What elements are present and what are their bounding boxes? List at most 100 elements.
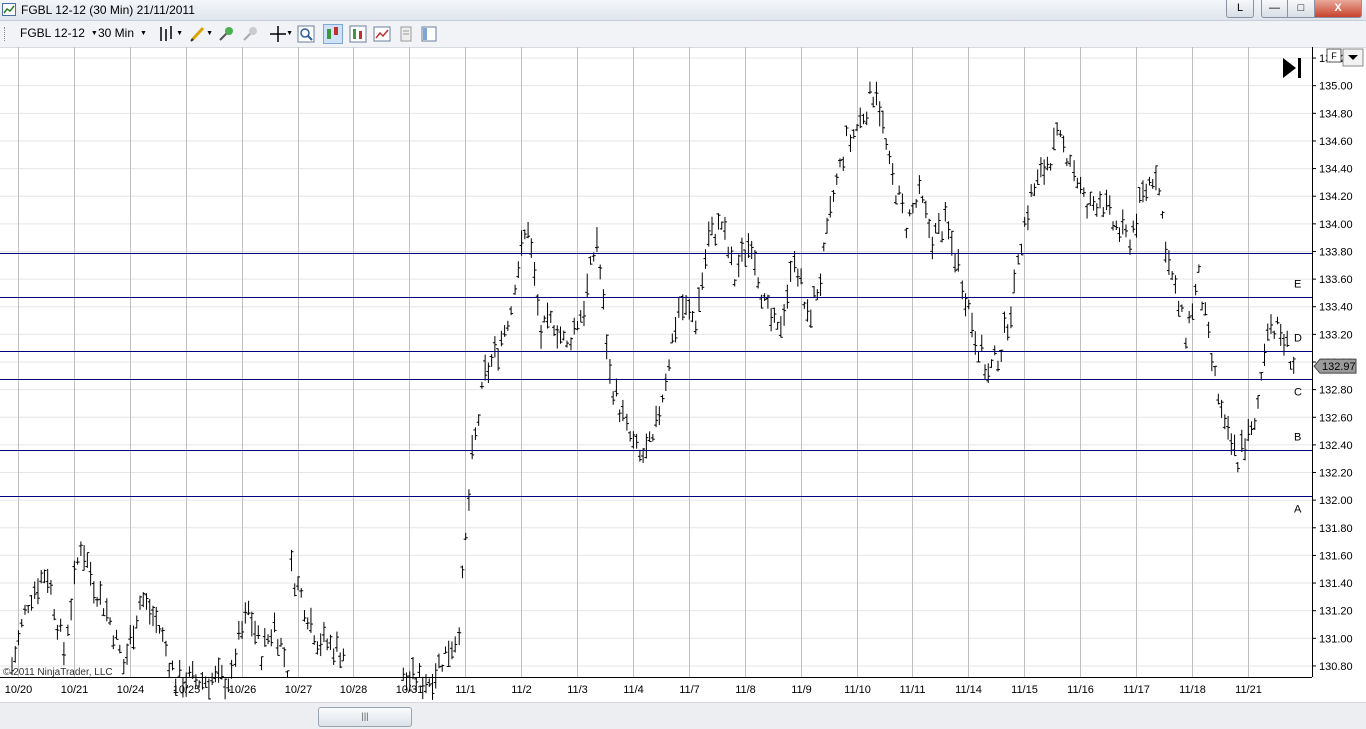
price-bar xyxy=(703,249,708,269)
price-bar xyxy=(1262,343,1267,366)
price-bar xyxy=(417,663,422,679)
price-bar xyxy=(1147,176,1152,186)
price-bar xyxy=(887,150,892,165)
price-bar xyxy=(1104,189,1109,211)
price-bar xyxy=(243,602,248,624)
price-bar xyxy=(341,648,346,662)
price-tick-label: 134.60 xyxy=(1319,136,1353,148)
price-bar xyxy=(1219,399,1224,418)
price-bar xyxy=(529,238,534,258)
date-tick-label: 11/2 xyxy=(511,684,532,696)
grid-layer xyxy=(0,47,1312,677)
price-bar xyxy=(815,289,820,301)
price-bar xyxy=(26,605,31,614)
price-bar xyxy=(492,336,497,358)
close-button[interactable]: X xyxy=(1314,0,1362,18)
date-tick-label: 11/18 xyxy=(1179,684,1206,696)
date-tick-label: 10/27 xyxy=(285,684,313,696)
interval-selector[interactable]: 30 Min ▼ xyxy=(98,26,147,40)
price-tick-label: 131.60 xyxy=(1319,550,1353,562)
price-bar xyxy=(1229,433,1234,455)
price-bar xyxy=(318,633,323,657)
horizontal-scrollbar[interactable]: ||| xyxy=(0,702,1366,729)
price-bar xyxy=(1035,169,1040,185)
price-bar xyxy=(446,640,451,668)
price-bar xyxy=(32,581,37,600)
price-bar xyxy=(101,608,106,617)
price-bar xyxy=(315,641,320,655)
panels-icon[interactable] xyxy=(419,24,439,44)
price-bar xyxy=(917,175,922,194)
drawing-tool-icon[interactable]: ▼ xyxy=(188,24,213,44)
price-bar xyxy=(867,81,872,94)
price-bar xyxy=(312,635,317,645)
price-bar xyxy=(88,561,93,586)
price-bar xyxy=(1012,269,1017,294)
price-bar xyxy=(808,309,813,328)
price-bar xyxy=(697,287,702,313)
f-toggle-button[interactable]: F xyxy=(1326,48,1342,63)
minimize-button[interactable]: — xyxy=(1261,0,1288,18)
instrument-selector[interactable]: FGBL 12-12 ▼ xyxy=(20,26,98,40)
price-bar xyxy=(960,280,965,300)
current-price-marker: 132.97 xyxy=(1313,358,1357,374)
scrollbar-thumb[interactable]: ||| xyxy=(318,707,412,727)
price-bar xyxy=(128,625,133,645)
date-tick-label: 11/1 xyxy=(455,684,476,696)
price-tick-label: 132.00 xyxy=(1319,495,1353,507)
price-bar xyxy=(709,216,714,236)
chart-menu-button[interactable] xyxy=(1342,48,1364,67)
price-bar xyxy=(834,173,839,185)
title-bar: FGBL 12-12 (30 Min) 21/11/2011 L — □ X xyxy=(0,0,1366,21)
price-bar xyxy=(1275,316,1280,325)
go-to-latest-icon[interactable] xyxy=(1283,58,1301,78)
maximize-button[interactable]: □ xyxy=(1287,0,1315,18)
price-tick-label: 134.40 xyxy=(1319,164,1353,176)
price-bar xyxy=(167,662,172,678)
price-bar xyxy=(598,264,603,280)
price-tick-label: 133.20 xyxy=(1319,329,1353,341)
price-bar xyxy=(1068,154,1073,167)
properties-icon[interactable] xyxy=(396,24,416,44)
price-bar xyxy=(253,620,258,645)
bar-type-icon[interactable]: ▼ xyxy=(158,24,183,44)
price-bar xyxy=(108,617,113,626)
price-tick-label: 133.40 xyxy=(1319,302,1353,314)
price-chart[interactable]: E D C B A 130.80 131.00 131.20 131.40 131.60 131.… xyxy=(0,47,1366,701)
price-bar xyxy=(1176,300,1181,317)
price-bar xyxy=(275,639,280,656)
price-bar xyxy=(117,644,122,654)
price-bar xyxy=(98,581,103,605)
price-bar xyxy=(256,625,261,639)
instrument-label: FGBL 12-12 xyxy=(20,26,85,40)
price-bar xyxy=(673,316,678,343)
price-bar xyxy=(61,642,66,666)
crosshair-icon[interactable]: ▼ xyxy=(268,24,293,44)
pin-icon[interactable] xyxy=(216,24,236,44)
price-bar xyxy=(1206,321,1211,338)
price-bar xyxy=(1213,365,1218,377)
price-bar xyxy=(1081,187,1086,197)
link-button[interactable]: L xyxy=(1226,0,1254,18)
date-tick-label: 10/31 xyxy=(396,684,424,696)
price-bar xyxy=(35,578,40,605)
date-tick-label: 10/26 xyxy=(229,684,257,696)
price-bar xyxy=(1008,306,1013,329)
price-bar xyxy=(449,641,454,660)
price-bar xyxy=(785,284,790,309)
date-tick-label: 11/3 xyxy=(567,684,588,696)
chart-style-icon[interactable] xyxy=(372,24,392,44)
price-bar xyxy=(1179,304,1184,313)
price-bar xyxy=(249,611,254,637)
pin-inactive-icon[interactable] xyxy=(240,24,260,44)
chart-panel[interactable]: E D C B A 130.80 131.00 131.20 131.40 131.60 131.… xyxy=(0,47,1366,701)
price-bar xyxy=(719,221,724,230)
chart-trader-icon[interactable] xyxy=(323,24,343,44)
price-bar xyxy=(1173,275,1178,294)
data-box-icon[interactable] xyxy=(348,24,368,44)
price-bar xyxy=(134,615,139,629)
date-tick-label: 11/11 xyxy=(900,684,926,696)
zoom-icon[interactable] xyxy=(296,24,316,44)
price-bar xyxy=(177,659,182,677)
price-bar xyxy=(861,113,866,125)
